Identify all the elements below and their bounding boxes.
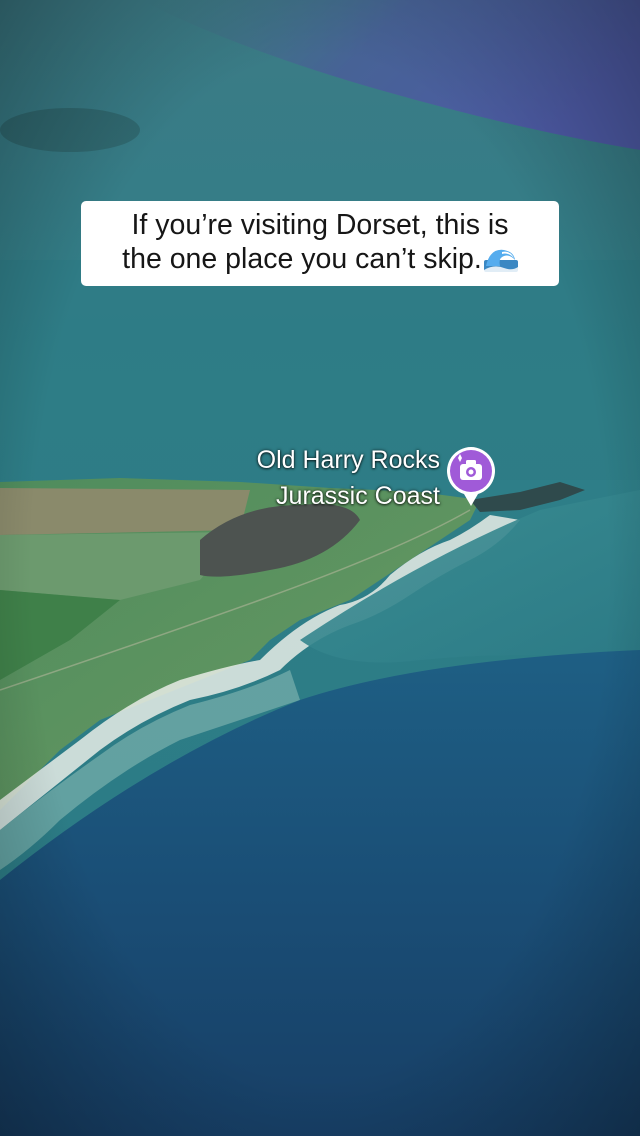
caption-line-2: the one place you can’t skip.: [91, 242, 549, 280]
screen: If you’re visiting Dorset, this is the o…: [0, 0, 640, 1136]
caption-box: If you’re visiting Dorset, this is the o…: [81, 201, 559, 286]
place-subtitle: Jurassic Coast: [276, 482, 440, 510]
place-name: Old Harry Rocks: [256, 446, 440, 474]
caption-line-1: If you’re visiting Dorset, this is: [131, 209, 509, 241]
place-label[interactable]: Old Harry Rocks Jurassic Coast: [200, 442, 440, 514]
caption-line-2-text: the one place you can’t skip.: [122, 243, 482, 275]
wave-emoji: [483, 246, 518, 280]
camera-icon: [447, 447, 495, 506]
location-pin[interactable]: [444, 444, 498, 508]
satellite-map[interactable]: [0, 0, 640, 1136]
